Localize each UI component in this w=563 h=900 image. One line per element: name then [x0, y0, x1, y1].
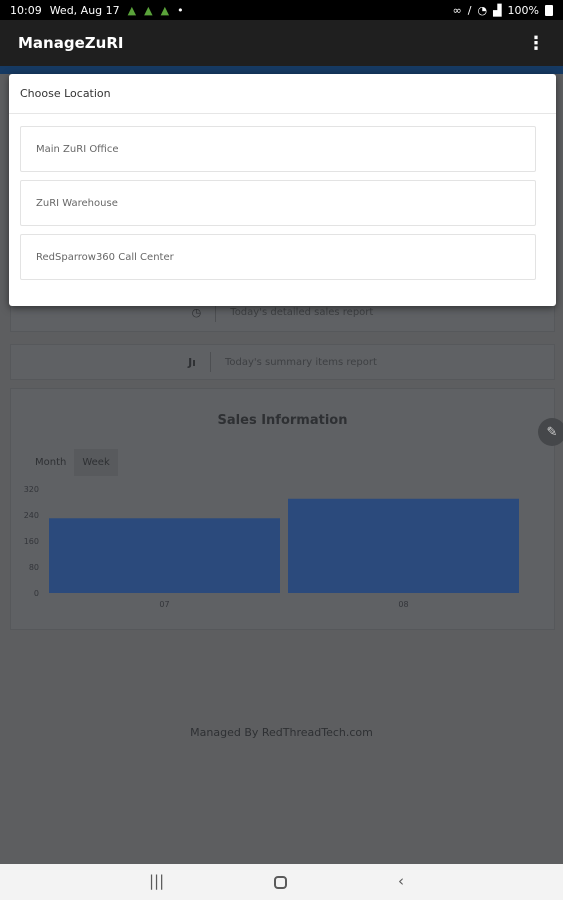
x-tick-label: 07 [159, 600, 169, 609]
y-tick-label: 80 [29, 563, 39, 572]
app-title: ManageZuRI [18, 34, 124, 52]
footer-managed-by[interactable]: Managed By RedThreadTech.com [0, 726, 563, 739]
location-item-call-center[interactable]: RedSparrow360 Call Center [20, 234, 536, 280]
y-tick-label: 320 [24, 485, 39, 494]
status-date: Wed, Aug 17 [49, 3, 120, 17]
tab-month[interactable]: Month [27, 449, 74, 476]
back-icon[interactable]: ‹ [398, 872, 404, 890]
header-accent-strip [0, 66, 563, 74]
home-icon[interactable] [274, 876, 287, 889]
summary-report-label: Today's summary items report [224, 356, 377, 368]
bar-07 [49, 518, 280, 593]
app-bar: ManageZuRI ⋮ [0, 20, 563, 66]
android-notification-icon: ▲ [127, 3, 137, 17]
notification-dot: • [177, 3, 184, 17]
overflow-menu-icon[interactable]: ⋮ [527, 33, 545, 54]
link-icon: ∞ [452, 3, 462, 17]
y-tick-label: 160 [24, 537, 39, 546]
bar-08 [288, 498, 519, 593]
chart-icon: Jı [188, 355, 196, 369]
tab-week[interactable]: Week [74, 449, 118, 476]
sales-information-card: Sales Information Month Week 0 80 160 240 32… [10, 388, 555, 630]
edit-fab-button[interactable]: ✎ [538, 418, 563, 446]
recent-apps-icon[interactable]: ||| [149, 872, 164, 890]
dialog-title: Choose Location [9, 74, 556, 114]
y-tick-label: 0 [34, 589, 39, 598]
location-item-main-office[interactable]: Main ZuRI Office [20, 126, 536, 172]
clock-icon: ◷ [191, 305, 202, 319]
location-item-warehouse[interactable]: ZuRI Warehouse [20, 180, 536, 226]
choose-location-dialog: Choose Location Main ZuRI Office ZuRI Wa… [9, 74, 556, 306]
period-tabs: Month Week [27, 449, 118, 476]
sales-bar-chart: 0 80 160 240 320 07 08 [24, 485, 519, 609]
mute-icon: / [467, 3, 472, 17]
x-tick-label: 08 [398, 600, 408, 609]
wifi-icon: ◔ [477, 3, 488, 17]
detailed-report-label: Today's detailed sales report [230, 306, 374, 318]
battery-percent: 100% [507, 3, 539, 17]
signal-icon: ▟ [493, 3, 502, 17]
summary-items-report-row[interactable]: Jı Today's summary items report [10, 344, 555, 380]
pencil-icon: ✎ [546, 424, 558, 440]
battery-icon [545, 4, 553, 16]
system-nav-bar: ||| ‹ [0, 864, 563, 900]
divider [209, 352, 211, 372]
android-notification-icon: ▲ [160, 3, 170, 17]
status-time: 10:09 [10, 3, 42, 17]
sales-title: Sales Information [217, 413, 348, 428]
android-notification-icon: ▲ [144, 3, 153, 17]
y-tick-label: 240 [24, 511, 39, 520]
status-bar: 10:09 Wed, Aug 17 ▲ ▲ ▲ • ∞ / ◔ ▟ 100% [0, 0, 563, 20]
